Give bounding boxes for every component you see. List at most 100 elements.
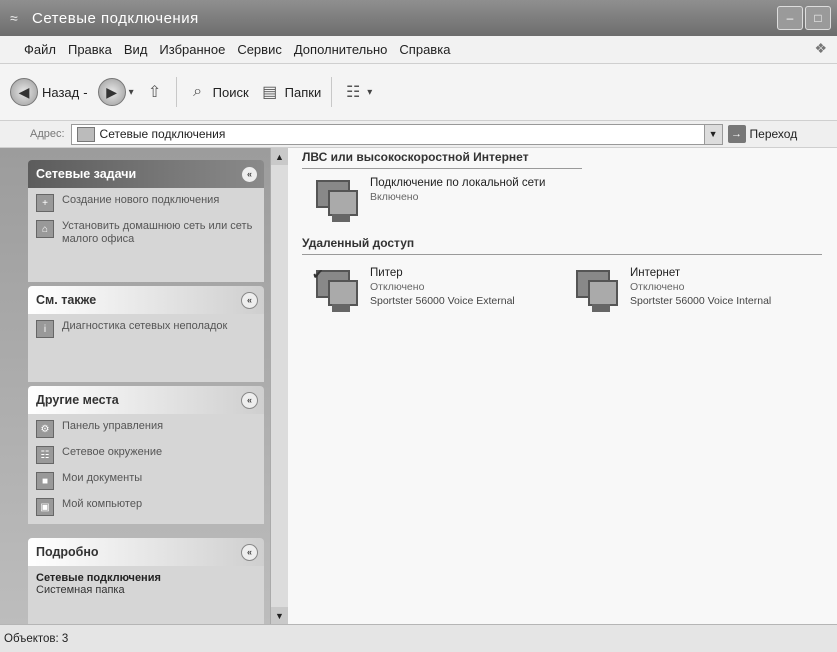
collapse-icon[interactable]: « bbox=[241, 291, 258, 309]
network-folder-icon bbox=[76, 126, 95, 142]
chevron-down-icon: ▾ bbox=[367, 86, 373, 98]
panel-header[interactable]: Сетевые задачи « bbox=[28, 160, 264, 188]
collapse-icon[interactable]: « bbox=[241, 165, 258, 183]
search-icon: ⌕ bbox=[193, 83, 203, 100]
connection-name: Подключение по локальной сети bbox=[370, 177, 546, 189]
connection-item[interactable]: ✔ Питер Отключено Sportster 56000 Voice … bbox=[312, 266, 515, 316]
panel-header[interactable]: См. также « bbox=[28, 286, 264, 314]
menu-help[interactable]: Справка bbox=[393, 42, 456, 57]
folders-button[interactable]: ▤ Папки bbox=[259, 81, 322, 103]
menu-advanced[interactable]: Дополнительно bbox=[288, 42, 394, 57]
menu-favorites[interactable]: Избранное bbox=[153, 42, 231, 57]
windows-logo-icon: ❖ bbox=[814, 40, 827, 56]
default-check-icon: ✔ bbox=[312, 266, 324, 282]
go-button[interactable]: → Переход bbox=[727, 125, 797, 143]
connection-name: Интернет bbox=[630, 267, 681, 279]
status-bar: Объектов: 3 bbox=[0, 624, 837, 652]
address-label: Адрес: bbox=[30, 128, 65, 140]
views-button[interactable]: ☷ ▾ bbox=[342, 81, 372, 103]
task-pane: Сетевые задачи « + Создание нового подкл… bbox=[0, 148, 270, 624]
window-title: Сетевые подключения bbox=[32, 9, 199, 27]
content-area: ЛВС или высокоскоростной Интернет Подклю… bbox=[288, 148, 837, 624]
toolbar: ◀ Назад - ▶ ▾ ⇧ ⌕ Поиск ▤ Папки ☷ ▾ bbox=[0, 64, 837, 121]
chevron-down-icon[interactable]: ▼ bbox=[703, 124, 722, 144]
place-my-computer[interactable]: ▣ Мой компьютер bbox=[36, 498, 256, 516]
up-button[interactable]: ⇧ bbox=[144, 81, 166, 103]
group-heading: ЛВС или высокоскоростной Интернет bbox=[302, 150, 529, 164]
views-icon: ☷ bbox=[346, 84, 361, 101]
task-label: Установить домашнюю сеть или сеть малого… bbox=[62, 220, 253, 245]
search-button[interactable]: ⌕ Поиск bbox=[187, 81, 249, 103]
connection-status: Включено bbox=[370, 191, 419, 203]
panel-body: Сетевые подключения Системная папка bbox=[28, 566, 264, 624]
menu-tools[interactable]: Сервис bbox=[231, 42, 288, 57]
place-label: Панель управления bbox=[62, 420, 164, 432]
task-home-network[interactable]: ⌂ Установить домашнюю сеть или сеть мало… bbox=[36, 220, 256, 246]
search-label: Поиск bbox=[212, 84, 249, 100]
back-arrow-icon: ◀ bbox=[10, 78, 38, 106]
place-label: Мой компьютер bbox=[62, 498, 143, 510]
back-separator: - bbox=[83, 84, 88, 100]
lan-connection-icon bbox=[312, 176, 362, 226]
menu-edit[interactable]: Правка bbox=[62, 42, 118, 57]
place-my-documents[interactable]: ■ Мои документы bbox=[36, 472, 256, 490]
documents-folder-icon: ■ bbox=[36, 472, 54, 490]
connection-item[interactable]: Интернет Отключено Sportster 56000 Voice… bbox=[572, 266, 771, 316]
group-divider bbox=[302, 168, 582, 169]
dialup-connection-icon bbox=[572, 266, 622, 316]
folders-icon: ▤ bbox=[262, 84, 278, 101]
place-label: Мои документы bbox=[62, 472, 143, 484]
connection-device: Sportster 56000 Voice External bbox=[370, 295, 515, 307]
forward-button[interactable]: ▶ ▾ bbox=[97, 78, 134, 106]
menu-view[interactable]: Вид bbox=[118, 42, 154, 57]
collapse-icon[interactable]: « bbox=[241, 543, 258, 561]
info-icon: i bbox=[36, 320, 54, 338]
panel-body: ⚙ Панель управления ☷ Сетевое окружение … bbox=[28, 414, 264, 524]
address-field[interactable]: Сетевые подключения ▼ bbox=[70, 123, 723, 145]
panel-body: + Создание нового подключения ⌂ Установи… bbox=[28, 188, 264, 282]
explorer-window: ≈ Сетевые подключения ‒ □ Файл Правка Ви… bbox=[0, 0, 837, 652]
menu-file[interactable]: Файл bbox=[18, 42, 62, 57]
folder-up-icon: ⇧ bbox=[147, 84, 162, 101]
address-value: Сетевые подключения bbox=[99, 127, 226, 141]
folders-label: Папки bbox=[284, 84, 322, 100]
task-label: Диагностика сетевых неполадок bbox=[62, 320, 228, 332]
panel-title: Подробно bbox=[36, 545, 99, 559]
back-button[interactable]: ◀ Назад - bbox=[10, 78, 88, 106]
control-panel-icon: ⚙ bbox=[36, 420, 54, 438]
connection-device: Sportster 56000 Voice Internal bbox=[630, 295, 772, 307]
back-label: Назад bbox=[42, 84, 80, 100]
panel-header[interactable]: Другие места « bbox=[28, 386, 264, 414]
place-control-panel[interactable]: ⚙ Панель управления bbox=[36, 420, 256, 438]
scroll-down-icon[interactable]: ▼ bbox=[271, 607, 288, 624]
panel-title: Другие места bbox=[36, 393, 119, 407]
panel-details: Подробно « Сетевые подключения Системная… bbox=[28, 538, 264, 624]
address-bar: Адрес: Сетевые подключения ▼ → Переход bbox=[0, 121, 837, 148]
maximize-button[interactable]: □ bbox=[805, 6, 831, 30]
scroll-up-icon[interactable]: ▲ bbox=[271, 148, 288, 165]
title-bar[interactable]: ≈ Сетевые подключения ‒ □ bbox=[0, 0, 837, 36]
toolbar-divider bbox=[331, 77, 333, 107]
minimize-button[interactable]: ‒ bbox=[777, 6, 803, 30]
computer-icon: ▣ bbox=[36, 498, 54, 516]
panel-body: i Диагностика сетевых неполадок bbox=[28, 314, 264, 382]
collapse-icon[interactable]: « bbox=[241, 391, 258, 409]
panel-title: Сетевые задачи bbox=[36, 167, 137, 181]
home-network-icon: ⌂ bbox=[36, 220, 54, 238]
place-label: Сетевое окружение bbox=[62, 446, 163, 458]
connection-name: Питер bbox=[370, 267, 403, 279]
network-connections-icon: ≈ bbox=[10, 10, 18, 26]
connection-item[interactable]: Подключение по локальной сети Включено bbox=[312, 176, 560, 226]
vertical-scrollbar[interactable]: ▲ ▼ bbox=[270, 148, 288, 624]
dialup-connection-icon: ✔ bbox=[312, 266, 362, 316]
task-diagnostics[interactable]: i Диагностика сетевых неполадок bbox=[36, 320, 256, 338]
task-create-connection[interactable]: + Создание нового подключения bbox=[36, 194, 256, 212]
forward-arrow-icon: ▶ bbox=[97, 78, 126, 106]
details-subtitle: Системная папка bbox=[36, 584, 125, 596]
place-network-neighborhood[interactable]: ☷ Сетевое окружение bbox=[36, 446, 256, 464]
connection-status: Отключено bbox=[630, 281, 685, 293]
panel-header[interactable]: Подробно « bbox=[28, 538, 264, 566]
panel-other-places: Другие места « ⚙ Панель управления ☷ Сет… bbox=[28, 386, 264, 524]
status-text: Объектов: 3 bbox=[4, 632, 69, 645]
task-label: Создание нового подключения bbox=[62, 194, 220, 206]
